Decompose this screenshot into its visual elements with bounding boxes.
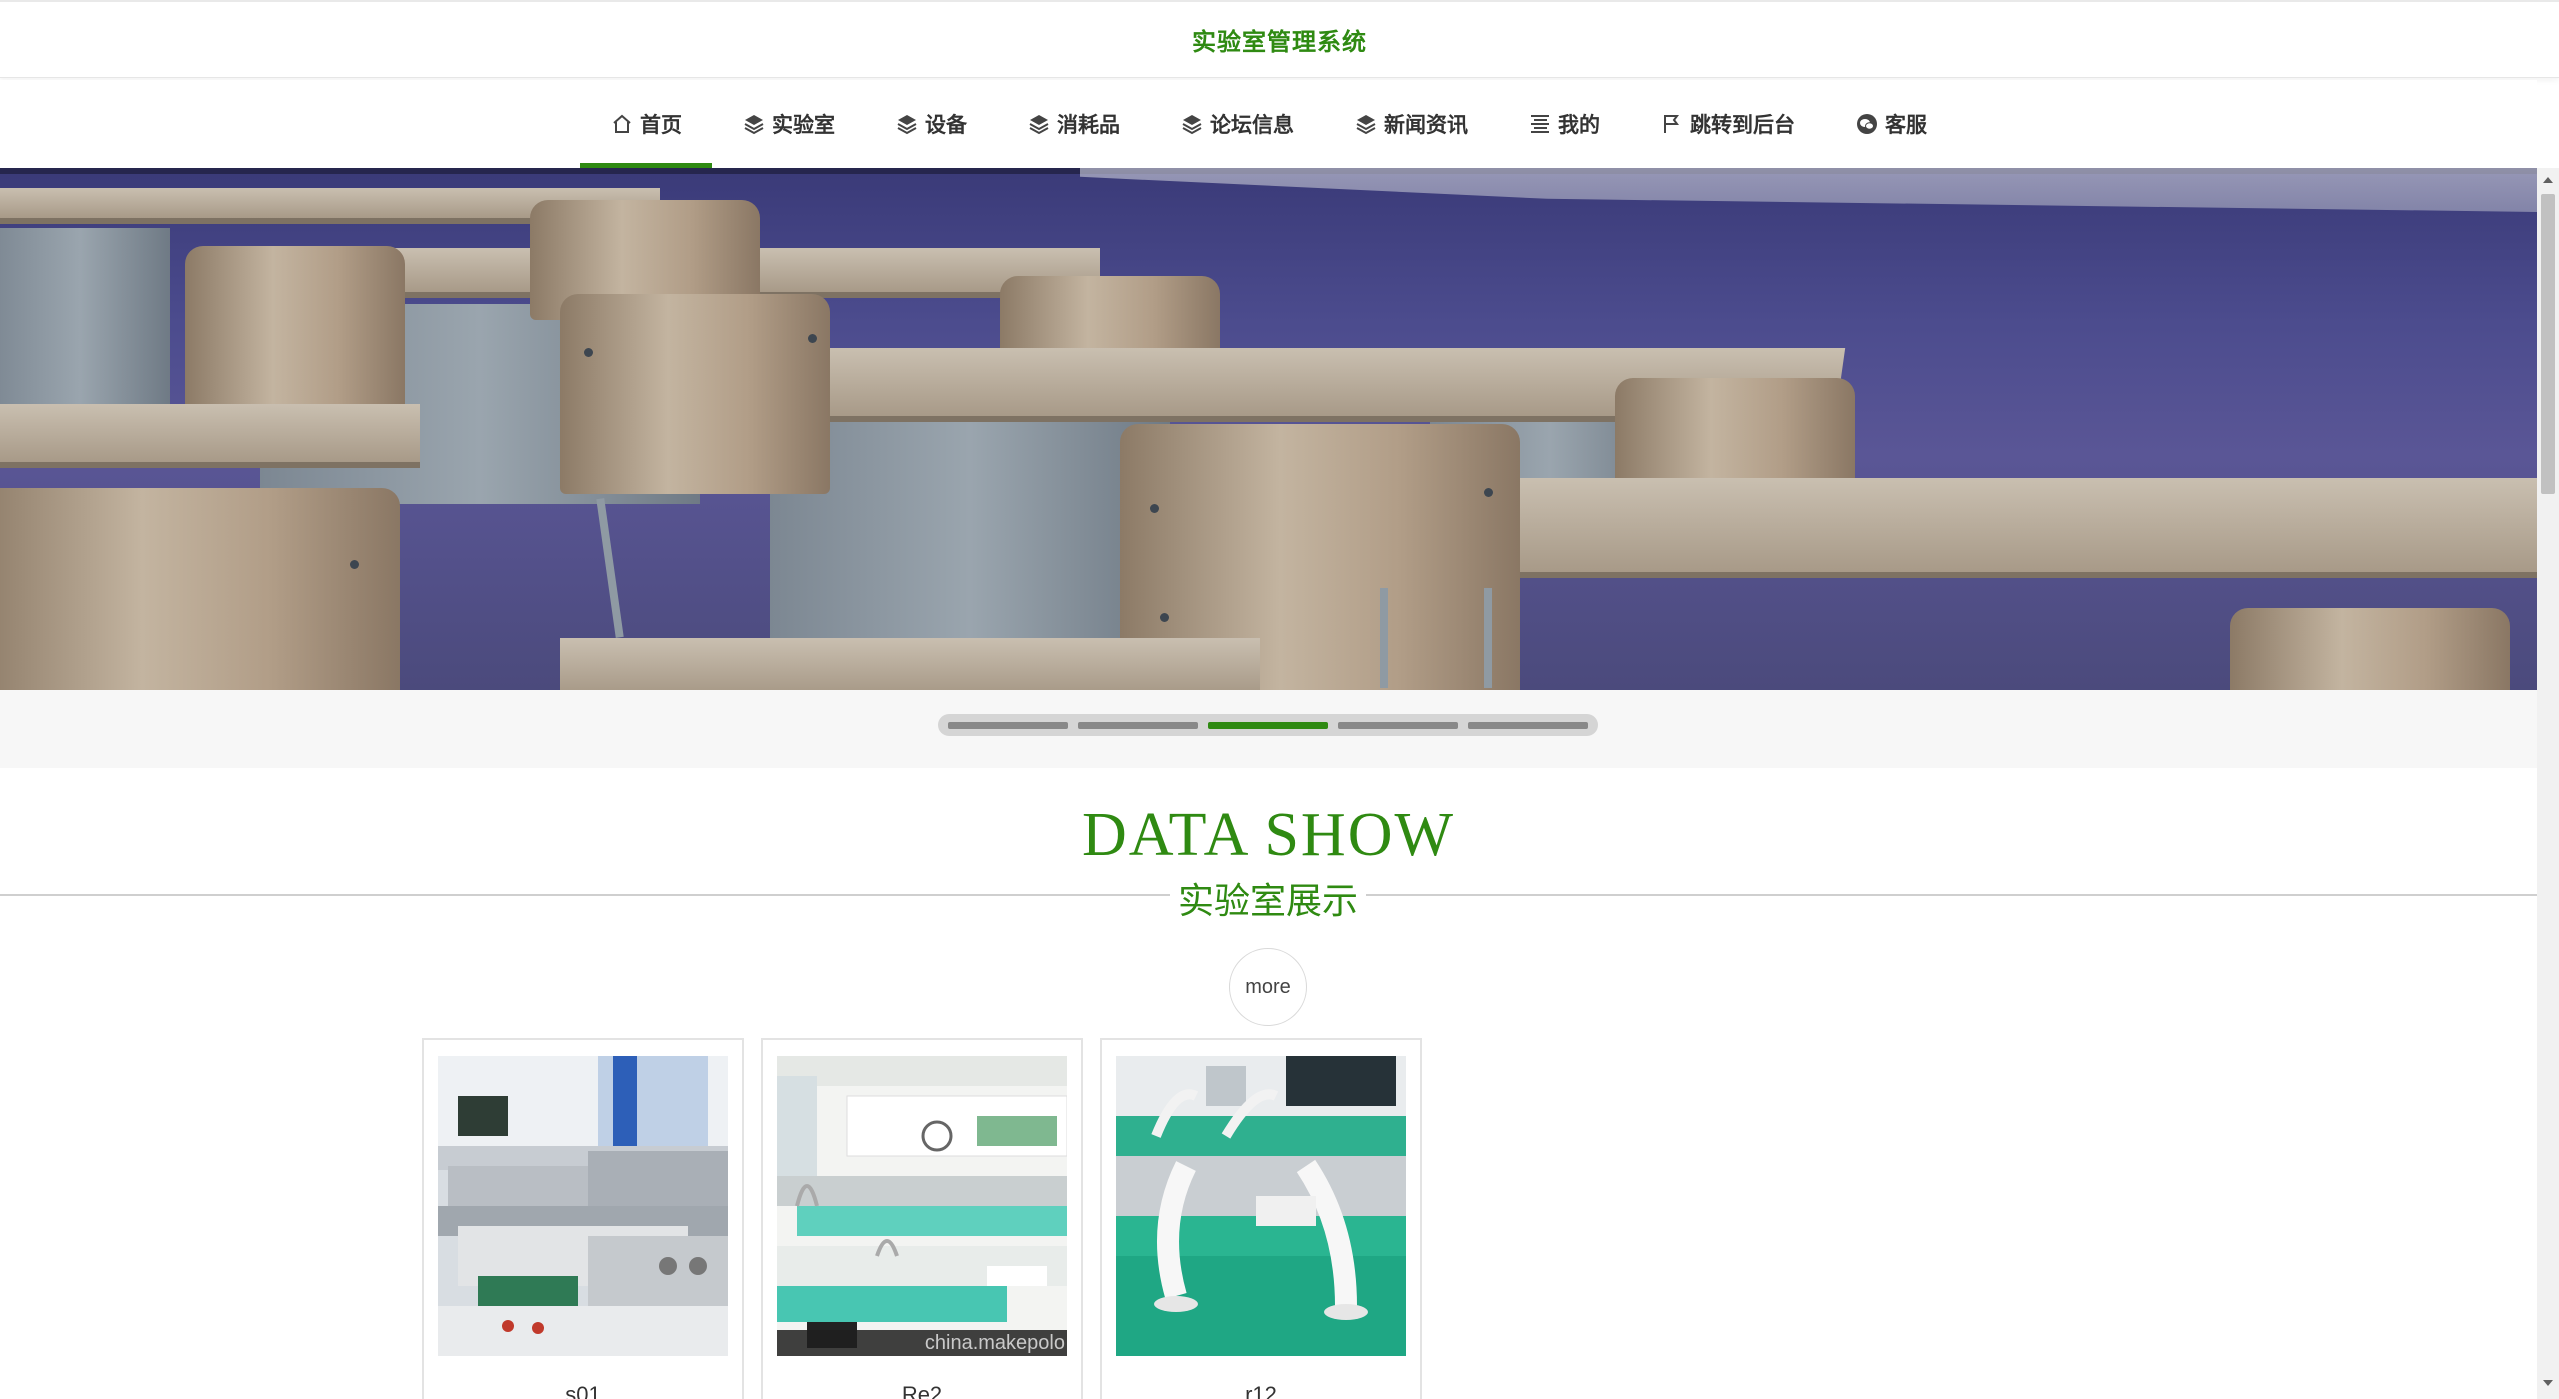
nav-item-label: 首页: [640, 114, 682, 137]
slide-dot-4[interactable]: [1338, 721, 1458, 729]
nav-item-label: 新闻资讯: [1384, 114, 1468, 137]
lab-card[interactable]: s01: [422, 1038, 744, 1399]
section-title-zh: 实验室展示: [1170, 872, 1366, 924]
bolt: [584, 348, 593, 357]
nav-item-admin[interactable]: 跳转到后台: [1630, 80, 1825, 168]
home-icon: [610, 112, 634, 136]
lab-card-name: r12: [1245, 1382, 1277, 1399]
more-button[interactable]: more: [1229, 948, 1307, 1026]
flag-icon: [1660, 112, 1684, 136]
nav-item-mine[interactable]: 我的: [1498, 80, 1630, 168]
lab-card[interactable]: china.makepolo Re2: [761, 1038, 1083, 1399]
site-header: 实验室管理系统: [0, 0, 2559, 78]
nav-item-label: 跳转到后台: [1690, 114, 1795, 137]
layers-icon: [1027, 112, 1051, 136]
nav-item-label: 设备: [925, 114, 967, 137]
bolt: [1150, 504, 1159, 513]
hero-banner[interactable]: [0, 168, 2537, 690]
chair-image: [0, 488, 400, 690]
image-watermark: china.makepolo: [777, 1330, 1067, 1356]
chair-image: [2230, 608, 2510, 690]
slide-dot-2[interactable]: [1078, 721, 1198, 729]
lab-card-image: [1116, 1056, 1406, 1356]
bolt: [350, 560, 359, 569]
chair-leg: [1380, 588, 1388, 688]
list-icon: [1528, 112, 1552, 136]
chair-image: [560, 294, 830, 494]
slide-dot-3[interactable]: [1208, 721, 1328, 729]
lab-card[interactable]: r12: [1100, 1038, 1422, 1399]
nav-item-consumables[interactable]: 消耗品: [997, 80, 1150, 168]
layers-icon: [742, 112, 766, 136]
bolt: [1160, 613, 1169, 622]
chair-leg: [596, 498, 624, 638]
desk-image: [560, 638, 1260, 690]
bolt: [1484, 488, 1493, 497]
lab-card-name: s01: [565, 1382, 601, 1399]
scroll-down-icon[interactable]: [2537, 1373, 2559, 1393]
slider-pager-area: [0, 690, 2537, 768]
section-title-en: DATA SHOW: [1082, 801, 1455, 869]
chair-leg: [1484, 588, 1492, 688]
page: 实验室管理系统 首页 实验室 设备 消耗品 论坛信息 新闻资讯 我的 跳转到后台…: [0, 0, 2559, 1399]
desk-image: [1467, 478, 2537, 578]
desk-image: [0, 404, 420, 468]
wechat-icon: [1855, 112, 1879, 136]
nav-item-label: 客服: [1885, 114, 1927, 137]
nav-item-lab[interactable]: 实验室: [712, 80, 865, 168]
scroll-thumb[interactable]: [2541, 194, 2555, 494]
page-scrollbar[interactable]: [2537, 168, 2559, 1399]
section-heading: DATA SHOW 实验室展示: [0, 790, 2537, 924]
nav-item-news[interactable]: 新闻资讯: [1324, 80, 1498, 168]
nav-item-equipment[interactable]: 设备: [865, 80, 997, 168]
lab-card-image: china.makepolo: [777, 1056, 1067, 1356]
layers-icon: [895, 112, 919, 136]
nav-item-forum[interactable]: 论坛信息: [1150, 80, 1324, 168]
lab-card-name: Re2: [901, 1382, 943, 1399]
slide-dot-5[interactable]: [1468, 721, 1588, 729]
nav-item-label: 消耗品: [1057, 114, 1120, 137]
chair-image: [185, 246, 405, 426]
layers-icon: [1180, 112, 1204, 136]
nav-item-label: 我的: [1558, 114, 1600, 137]
bolt: [808, 334, 817, 343]
layers-icon: [1354, 112, 1378, 136]
slider-pager: [938, 714, 1598, 736]
nav-item-label: 实验室: [772, 114, 835, 137]
nav-item-label: 论坛信息: [1210, 114, 1294, 137]
nav-item-home[interactable]: 首页: [580, 80, 712, 168]
nav-item-service[interactable]: 客服: [1825, 80, 1957, 168]
site-title: 实验室管理系统: [1192, 29, 1367, 56]
lab-card-image: [438, 1056, 728, 1356]
main-nav: 首页 实验室 设备 消耗品 论坛信息 新闻资讯 我的 跳转到后台 客服: [0, 80, 2537, 168]
whiteboard: [1080, 168, 2537, 212]
scroll-up-icon[interactable]: [2537, 170, 2559, 190]
slide-dot-1[interactable]: [948, 721, 1068, 729]
desk-image: [770, 422, 1170, 642]
